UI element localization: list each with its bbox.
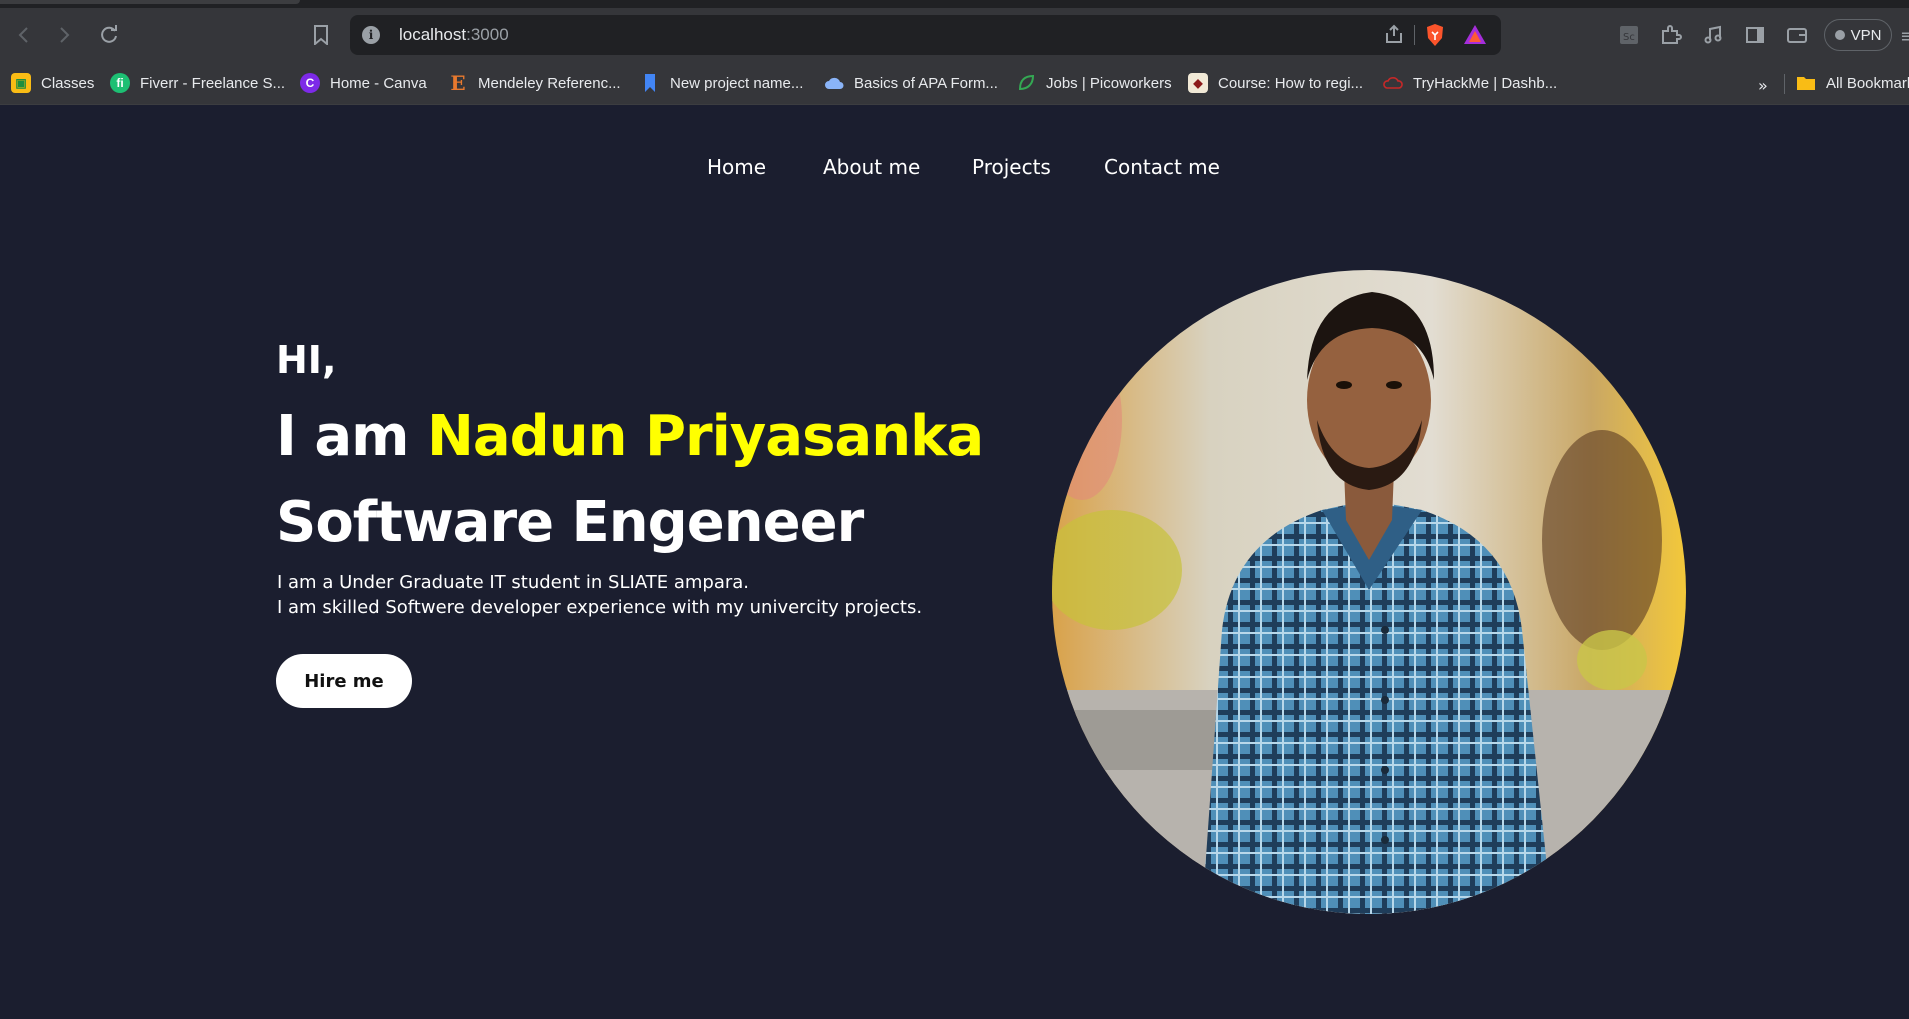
music-icon[interactable] (1698, 20, 1728, 50)
tab-strip (0, 0, 1909, 8)
mendeley-icon: E (450, 71, 466, 95)
bookmark-course[interactable]: ◆ Course: How to regi... (1188, 71, 1363, 95)
bookmark-fiverr[interactable]: fi Fiverr - Freelance S... (110, 71, 285, 95)
bookmark-apa[interactable]: Basics of APA Form... (824, 71, 998, 95)
bookmark-label: Jobs | Picoworkers (1046, 74, 1172, 92)
canva-icon: C (300, 73, 320, 93)
site-nav: Home About me Projects Contact me (0, 155, 1909, 185)
bookmarks-overflow-button[interactable]: » (1758, 76, 1768, 95)
bookmark-label: Home - Canva (330, 74, 427, 92)
forward-icon[interactable] (50, 20, 80, 50)
hero-description-line: I am a Under Graduate IT student in SLIA… (277, 572, 749, 593)
nav-contact-me[interactable]: Contact me (1104, 155, 1220, 179)
bookmark-label: New project name... (670, 74, 804, 92)
nav-about-me[interactable]: About me (823, 155, 920, 179)
hero-name: Nadun Priyasanka (426, 404, 984, 469)
classroom-icon: ▣ (11, 73, 31, 93)
bookmarks-bar: ▣ Classes fi Fiverr - Freelance S... C H… (0, 62, 1909, 105)
vpn-status-icon (1834, 30, 1845, 40)
all-bookmarks[interactable]: All Bookmarks (1796, 71, 1909, 95)
reload-icon[interactable] (94, 20, 124, 50)
hero-intro: I am (276, 404, 427, 469)
divider (1784, 74, 1785, 94)
vpn-button[interactable]: VPN (1824, 19, 1892, 51)
address-bar[interactable]: i localhost:3000 (350, 15, 1501, 55)
wallet-icon[interactable] (1782, 20, 1812, 50)
profile-photo (1052, 270, 1686, 914)
fiverr-icon: fi (110, 73, 130, 93)
menu-icon[interactable]: ≡ (1900, 26, 1909, 47)
divider (1414, 25, 1415, 45)
brave-rewards-icon[interactable] (1463, 23, 1487, 47)
nav-projects[interactable]: Projects (972, 155, 1051, 179)
bookmark-picoworkers[interactable]: Jobs | Picoworkers (1016, 71, 1172, 95)
browser-toolbar: i localhost:3000 Sc VPN ≡ (0, 8, 1909, 62)
bookmark-label: Classes (41, 74, 95, 92)
brave-shields-icon[interactable] (1424, 23, 1446, 47)
hero-greeting: HI, (276, 338, 337, 382)
bookmark-label: Basics of APA Form... (854, 74, 998, 92)
bookmark-label: All Bookmarks (1826, 74, 1909, 92)
back-icon[interactable] (8, 20, 38, 50)
hero-description-line: I am skilled Softwere developer experien… (277, 597, 923, 618)
url-text[interactable]: localhost:3000 (399, 25, 509, 45)
bookmark-tryhackme[interactable]: TryHackMe | Dashb... (1383, 71, 1557, 95)
bookmark-mendeley[interactable]: E Mendeley Referenc... (448, 71, 621, 95)
tryhackme-icon (1383, 73, 1403, 93)
bookmark-canva[interactable]: C Home - Canva (300, 71, 427, 95)
hero-heading: I am Nadun Priyasanka (276, 404, 984, 469)
bookmark-label: Fiverr - Freelance S... (140, 74, 286, 92)
bookmark-label: Course: How to regi... (1218, 74, 1364, 92)
leaf-icon (1016, 73, 1036, 93)
extension-sc-icon[interactable]: Sc (1614, 20, 1644, 50)
svg-text:Sc: Sc (1623, 32, 1635, 43)
bookmark-label: Mendeley Referenc... (478, 74, 621, 92)
extensions-icon[interactable] (1656, 20, 1686, 50)
hero-description: I am a Under Graduate IT student in SLIA… (277, 570, 922, 620)
sidebar-icon[interactable] (1740, 20, 1770, 50)
site-info-icon[interactable]: i (362, 26, 380, 44)
bookmark-classes[interactable]: ▣ Classes (11, 71, 94, 95)
bookmark-new-project[interactable]: New project name... (640, 71, 803, 95)
hire-me-button[interactable]: Hire me (276, 654, 412, 708)
bookmark-blue-icon (640, 73, 660, 93)
bookmark-page-icon[interactable] (306, 20, 336, 50)
cloud-icon (824, 73, 844, 93)
university-icon: ◆ (1188, 73, 1208, 93)
folder-icon (1796, 73, 1816, 93)
bookmark-label: TryHackMe | Dashb... (1413, 74, 1558, 92)
vpn-label: VPN (1850, 26, 1882, 44)
active-tab[interactable] (0, 0, 300, 4)
share-icon[interactable] (1383, 23, 1405, 50)
hero-role: Software Engeneer (276, 490, 864, 555)
nav-home[interactable]: Home (707, 155, 766, 179)
